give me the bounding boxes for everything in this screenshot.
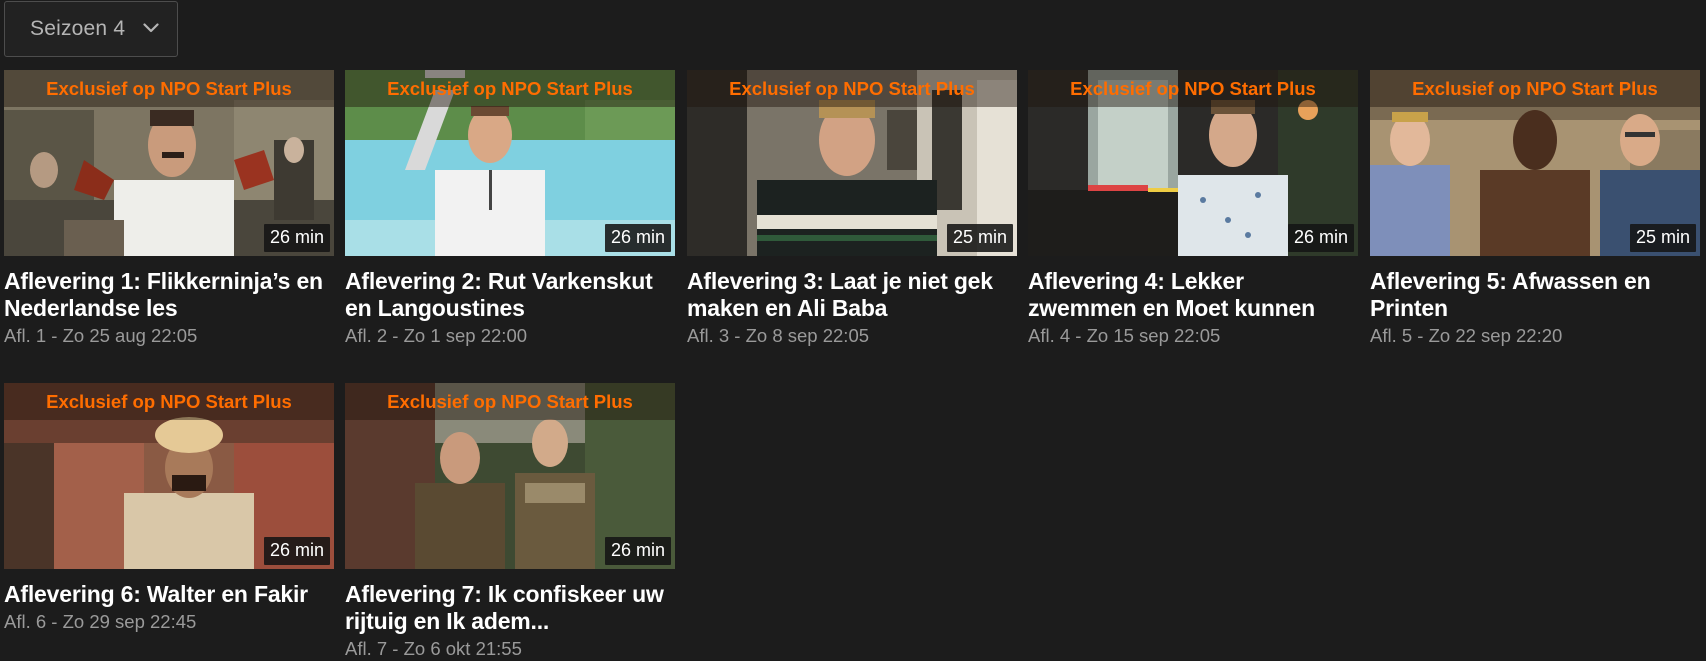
exclusive-badge: Exclusief op NPO Start Plus [1028, 70, 1358, 107]
season-dropdown[interactable]: Seizoen 4 [4, 1, 178, 57]
episode-thumbnail[interactable]: Exclusief op NPO Start Plus 26 min [345, 70, 675, 256]
episode-title[interactable]: Aflevering 1: Flikkerninja’s en Nederlan… [4, 268, 334, 322]
duration-badge: 26 min [604, 537, 671, 565]
chevron-down-icon [143, 23, 159, 33]
episode-thumbnail[interactable]: Exclusief op NPO Start Plus 26 min [4, 70, 334, 256]
exclusive-badge: Exclusief op NPO Start Plus [345, 70, 675, 107]
episode-card-2[interactable]: Exclusief op NPO Start Plus 26 min Aflev… [345, 70, 675, 348]
season-dropdown-label: Seizoen 4 [30, 17, 126, 40]
episode-meta: Afl. 1 - Zo 25 aug 22:05 [4, 325, 198, 346]
episode-card-4[interactable]: Exclusief op NPO Start Plus 26 min Aflev… [1028, 70, 1358, 348]
exclusive-badge: Exclusief op NPO Start Plus [687, 70, 1017, 107]
duration-badge: 26 min [263, 224, 330, 252]
episode-meta: Afl. 7 - Zo 6 okt 21:55 [345, 638, 522, 659]
episode-title[interactable]: Aflevering 5: Afwassen en Printen [1370, 268, 1700, 322]
episode-title[interactable]: Aflevering 2: Rut Varkenskut en Langoust… [345, 268, 675, 322]
episode-card-1[interactable]: Exclusief op NPO Start Plus 26 min Aflev… [4, 70, 334, 348]
episode-card-7[interactable]: Exclusief op NPO Start Plus 26 min Aflev… [345, 383, 675, 661]
episode-title[interactable]: Aflevering 6: Walter en Fakir [4, 581, 334, 608]
exclusive-badge: Exclusief op NPO Start Plus [1370, 70, 1700, 107]
exclusive-badge: Exclusief op NPO Start Plus [4, 70, 334, 107]
episode-meta: Afl. 6 - Zo 29 sep 22:45 [4, 611, 197, 632]
episode-thumbnail[interactable]: Exclusief op NPO Start Plus 25 min [1370, 70, 1700, 256]
episode-thumbnail[interactable]: Exclusief op NPO Start Plus 26 min [1028, 70, 1358, 256]
episode-thumbnail[interactable]: Exclusief op NPO Start Plus 26 min [4, 383, 334, 569]
duration-badge: 25 min [1629, 224, 1696, 252]
episode-title[interactable]: Aflevering 3: Laat je niet gek maken en … [687, 268, 1017, 322]
episode-thumbnail[interactable]: Exclusief op NPO Start Plus 26 min [345, 383, 675, 569]
episode-title[interactable]: Aflevering 7: Ik confiskeer uw rijtuig e… [345, 581, 675, 635]
duration-badge: 26 min [604, 224, 671, 252]
episode-meta: Afl. 3 - Zo 8 sep 22:05 [687, 325, 870, 346]
duration-badge: 26 min [263, 537, 330, 565]
duration-badge: 26 min [1287, 224, 1354, 252]
exclusive-badge: Exclusief op NPO Start Plus [4, 383, 334, 420]
episode-card-6[interactable]: Exclusief op NPO Start Plus 26 min Aflev… [4, 383, 334, 634]
episode-title[interactable]: Aflevering 4: Lekker zwemmen en Moet kun… [1028, 268, 1358, 322]
episode-card-5[interactable]: Exclusief op NPO Start Plus 25 min Aflev… [1370, 70, 1700, 348]
episode-meta: Afl. 5 - Zo 22 sep 22:20 [1370, 325, 1563, 346]
exclusive-badge: Exclusief op NPO Start Plus [345, 383, 675, 420]
duration-badge: 25 min [946, 224, 1013, 252]
episode-meta: Afl. 4 - Zo 15 sep 22:05 [1028, 325, 1221, 346]
episode-card-3[interactable]: Exclusief op NPO Start Plus 25 min Aflev… [687, 70, 1017, 348]
episode-thumbnail[interactable]: Exclusief op NPO Start Plus 25 min [687, 70, 1017, 256]
episode-meta: Afl. 2 - Zo 1 sep 22:00 [345, 325, 528, 346]
